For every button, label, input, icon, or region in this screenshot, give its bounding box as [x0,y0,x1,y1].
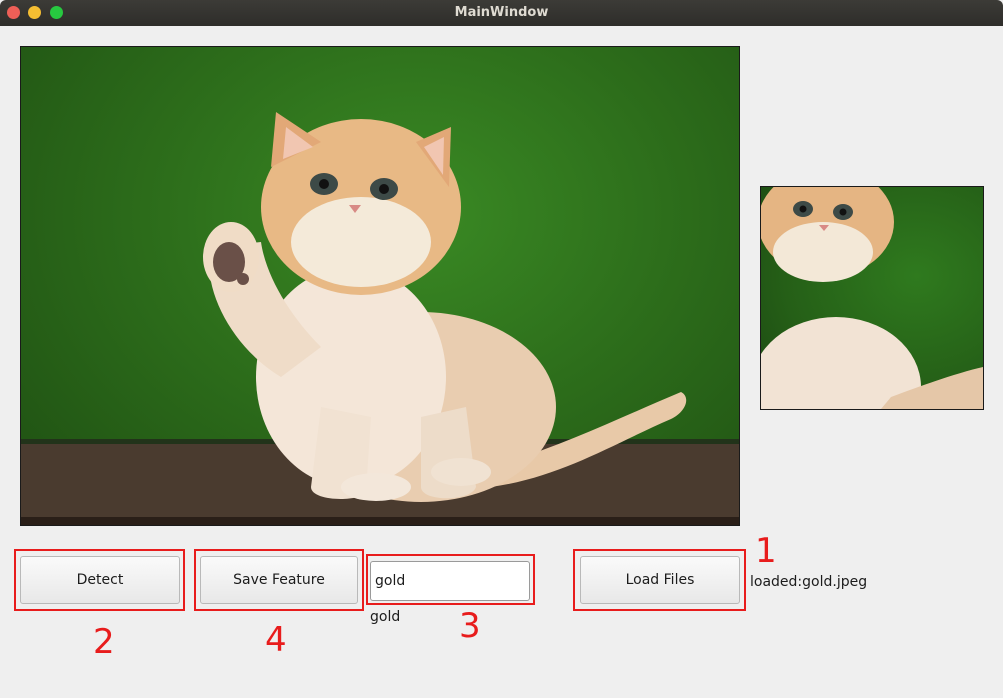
detect-button[interactable]: Detect [20,556,180,604]
window-title: MainWindow [454,5,549,20]
title-bar: MainWindow [0,0,1003,26]
cropped-face-preview [760,186,984,410]
feature-name-input[interactable]: gold [370,561,530,601]
annotation-label-4: 4 [265,620,287,660]
loaded-file-status: loaded:gold.jpeg [750,574,868,590]
load-files-button[interactable]: Load Files [580,556,740,604]
annotation-label-3: 3 [459,606,481,646]
kitten-face-crop-image [761,187,983,409]
main-image-view [20,46,740,526]
annotation-label-1: 1 [755,531,777,571]
annotation-label-2: 2 [93,622,115,662]
feature-name-echo: gold [370,609,401,625]
save-feature-button[interactable]: Save Feature [200,556,358,604]
kitten-image [21,112,739,525]
